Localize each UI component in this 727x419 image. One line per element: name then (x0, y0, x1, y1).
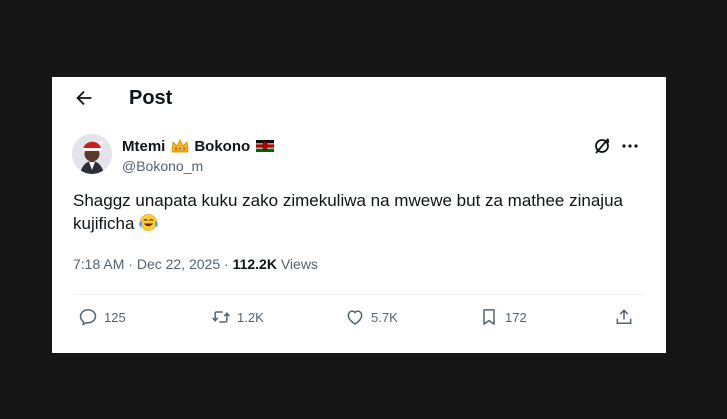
tears-of-joy-emoji-icon (139, 214, 158, 231)
repost-count: 1.2K (237, 309, 264, 325)
share-button[interactable] (614, 306, 640, 328)
post-meta: 7:18 AM · Dec 22, 2025 · 112.2K Views (73, 255, 318, 273)
divider (73, 294, 645, 295)
page-title: Post (129, 87, 173, 109)
author-name-second: Bokono (194, 137, 251, 155)
meta-separator: · (224, 256, 233, 272)
author-handle[interactable]: @Bokono_m (122, 158, 203, 174)
post-time[interactable]: 7:18 AM (73, 256, 124, 272)
crown-icon (171, 139, 189, 153)
author-name[interactable]: Mtemi Bokono (122, 137, 275, 155)
like-count: 5.7K (371, 309, 398, 325)
like-icon (347, 310, 363, 325)
author-name-first: Mtemi (122, 137, 166, 155)
reply-icon (79, 309, 97, 326)
back-arrow-icon[interactable] (73, 87, 95, 109)
repost-button[interactable]: 1.2K (211, 306, 264, 328)
repost-icon (212, 311, 230, 323)
post-date[interactable]: Dec 22, 2025 (137, 256, 220, 272)
more-icon[interactable] (620, 137, 640, 155)
bookmark-button[interactable]: 172 (479, 306, 527, 328)
reply-button[interactable]: 125 (78, 306, 126, 328)
post-card: Post Mtemi Bokono @Bokono_m Shaggz unapa… (52, 77, 666, 353)
views-label: Views (280, 256, 318, 272)
reply-count: 125 (104, 309, 126, 325)
like-button[interactable]: 5.7K (345, 306, 398, 328)
top-bar: Post (52, 77, 666, 119)
grok-icon[interactable] (593, 137, 611, 155)
post-text: Shaggz unapata kuku zako zimekuliwa na m… (73, 189, 643, 235)
views-count: 112.2K (232, 256, 277, 272)
share-icon (616, 309, 632, 324)
avatar[interactable] (72, 134, 112, 174)
bookmark-count: 172 (505, 309, 527, 325)
kenya-flag-icon (256, 140, 275, 152)
meta-separator: · (128, 256, 137, 272)
bookmark-icon (483, 309, 495, 325)
